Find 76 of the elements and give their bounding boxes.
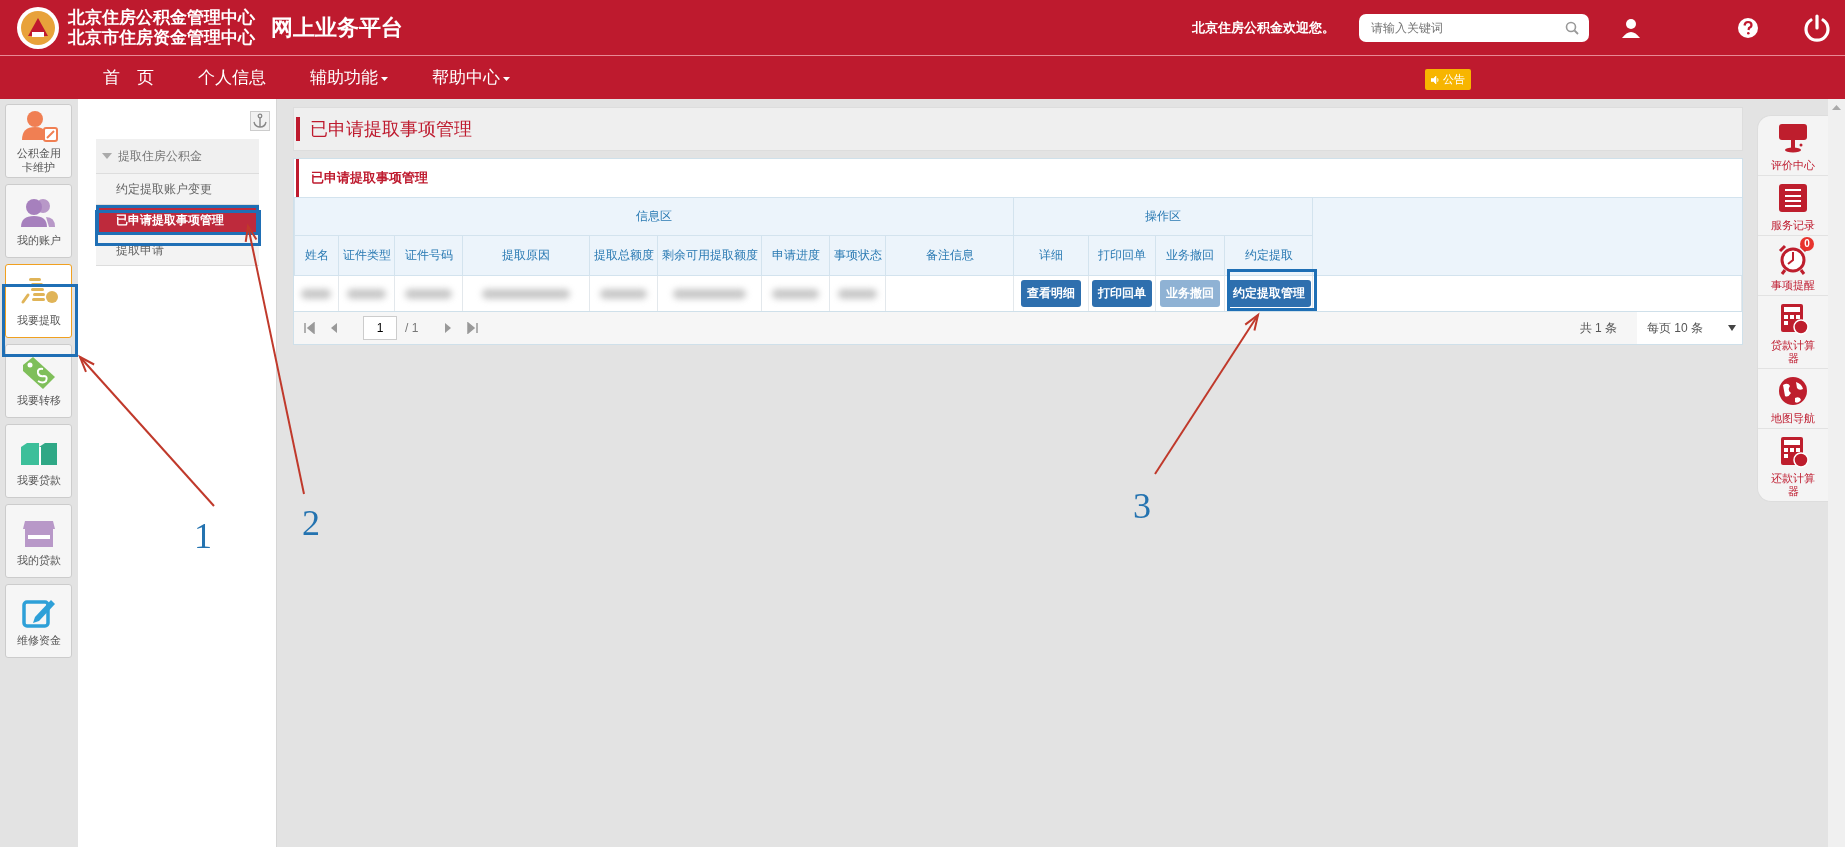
column-header: 详细 [1013, 235, 1089, 276]
action-button[interactable]: 查看明细 [1021, 280, 1081, 307]
quick-link[interactable]: 贷款计算器 [1758, 296, 1828, 369]
nav-link[interactable]: 首 页 [103, 66, 154, 89]
sidebar-item[interactable]: 我的账户 [5, 184, 72, 258]
page-size-select[interactable]: 每页 10 条 [1637, 312, 1742, 344]
quick-link[interactable]: 服务记录 [1758, 176, 1828, 236]
caret-icon [381, 76, 388, 81]
search-field[interactable]: 请输入关键词 [1359, 13, 1589, 42]
blurred-text [301, 288, 332, 299]
sidebar-item[interactable]: 我的贷款 [5, 504, 72, 578]
column-header: 事项状态 [829, 235, 886, 276]
column-group-header: 操作区 [1013, 197, 1313, 236]
column-header: 剩余可用提取额度 [657, 235, 762, 276]
caret-icon [102, 153, 112, 159]
page-number-field[interactable]: 1 [363, 316, 397, 340]
nav-link[interactable]: 辅助功能 [310, 66, 388, 89]
quick-link[interactable]: 还款计算器 [1758, 429, 1828, 501]
sidebar-item[interactable]: 维修资金 [5, 584, 72, 658]
column-header: 备注信息 [885, 235, 1014, 276]
nav-link[interactable]: 个人信息 [198, 66, 266, 89]
quick-link[interactable]: 地图导航 [1758, 369, 1828, 429]
column-header: 提取原因 [462, 235, 590, 276]
quick-link-icon [1776, 376, 1810, 408]
next-page-icon[interactable] [444, 322, 453, 334]
caret-icon [1728, 325, 1736, 331]
scrollbar[interactable] [1828, 99, 1845, 847]
organization-name: 北京市住房资金管理中心 [68, 27, 255, 48]
quick-link-icon [1776, 123, 1810, 155]
menu-item[interactable]: 约定提取账户变更 [96, 174, 259, 205]
blurred-text [600, 288, 647, 299]
column-header: 打印回单 [1088, 235, 1156, 276]
search-icon [1565, 20, 1579, 35]
sidebar-item[interactable]: 我要转移 [5, 344, 72, 418]
welcome-text: 北京住房公积金欢迎您。 [1192, 18, 1335, 37]
first-page-icon[interactable] [304, 322, 315, 334]
quick-link[interactable]: 0 事项提醒 [1758, 236, 1828, 296]
menu-group-header[interactable]: 提取住房公积金 [96, 139, 259, 174]
column-header: 提取总额度 [589, 235, 658, 276]
column-group-header: 信息区 [294, 197, 1014, 236]
blurred-text [347, 288, 386, 299]
platform-title: 网上业务平台 [271, 13, 403, 42]
blurred-text [405, 288, 452, 299]
organization-name: 北京住房公积金管理中心 [68, 7, 255, 28]
sidebar-item[interactable]: 公积金用卡维护 [5, 104, 72, 178]
column-header: 申请进度 [761, 235, 830, 276]
step-number: 1 [194, 516, 212, 556]
sidebar-item[interactable]: 我要提取 [5, 264, 72, 338]
step-number: 2 [302, 503, 320, 543]
anchor-icon[interactable] [250, 111, 270, 131]
quick-link[interactable]: 评价中心 [1758, 116, 1828, 176]
emblem-icon [16, 5, 60, 50]
count-badge: 0 [1800, 237, 1814, 251]
nav-link[interactable]: 帮助中心 [432, 66, 510, 89]
column-header: 证件号码 [394, 235, 463, 276]
column-header: 姓名 [294, 235, 339, 276]
action-button[interactable]: 打印回单 [1092, 280, 1152, 307]
speaker-icon [1431, 75, 1440, 84]
column-header: 证件类型 [338, 235, 395, 276]
step-number: 3 [1133, 486, 1151, 526]
user-icon[interactable] [1621, 17, 1641, 38]
column-header: 业务撤回 [1155, 235, 1225, 276]
record-total: 共 1 条 [1579, 319, 1617, 337]
page-title: 已申请提取事项管理 [296, 117, 472, 141]
caret-icon [503, 76, 510, 81]
last-page-icon[interactable] [467, 322, 479, 334]
page-count: / 1 [405, 321, 419, 335]
power-icon[interactable] [1803, 13, 1831, 42]
quick-link-icon [1776, 183, 1810, 215]
scroll-up-icon [1832, 105, 1841, 110]
menu-item[interactable]: 已申请提取事项管理 [96, 205, 259, 235]
previous-page-icon[interactable] [330, 322, 338, 334]
help-icon[interactable] [1737, 16, 1759, 39]
blurred-text [772, 288, 819, 299]
sidebar-item[interactable]: 我要贷款 [5, 424, 72, 498]
blurred-text [838, 288, 877, 299]
